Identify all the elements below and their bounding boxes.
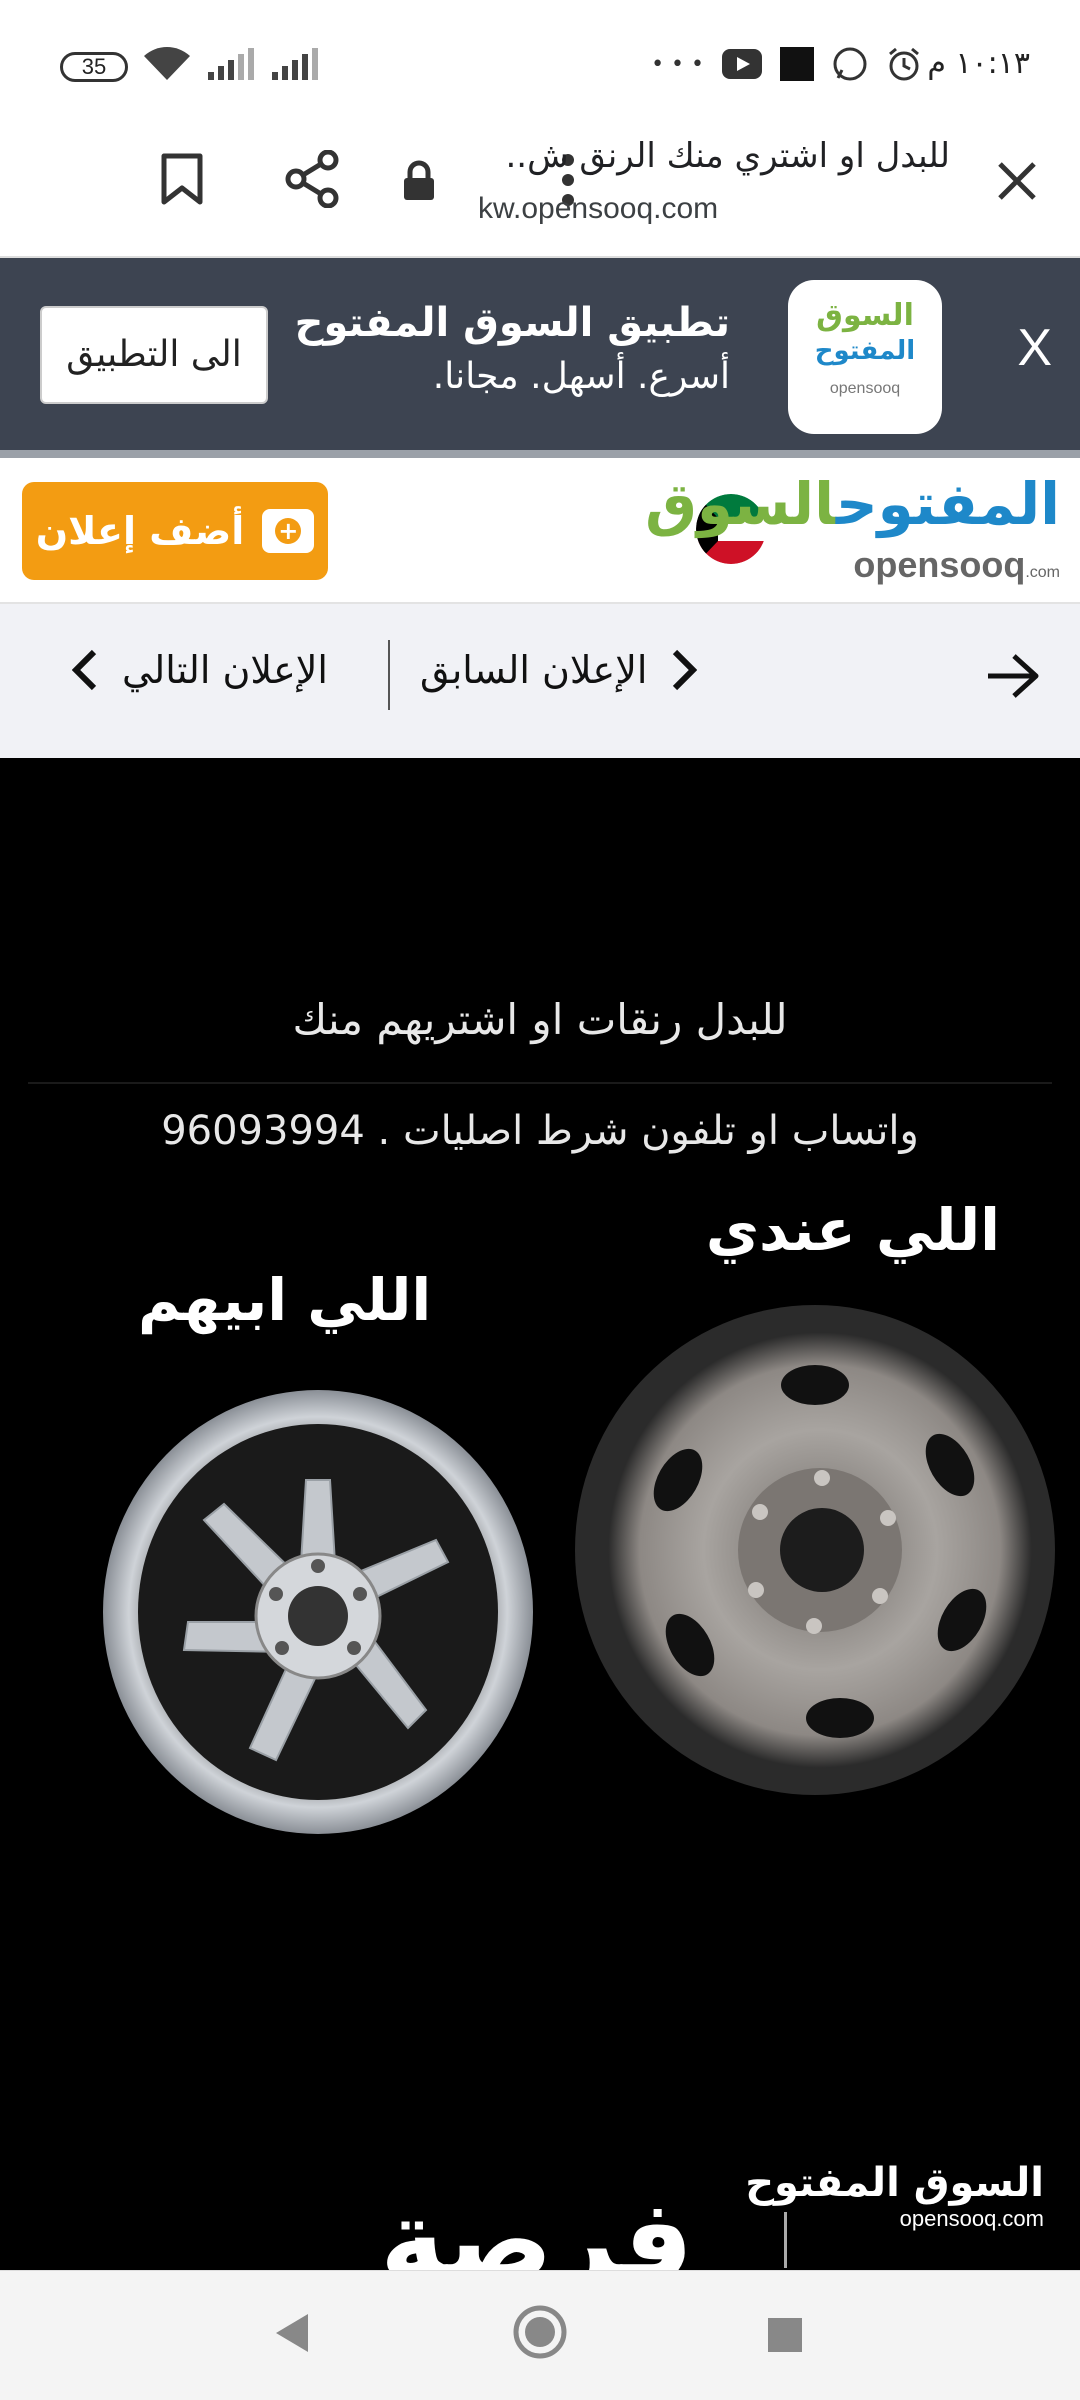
status-time: ١٠:١٣ م xyxy=(927,46,1030,81)
wifi-icon xyxy=(144,47,190,80)
battery-indicator: 35 xyxy=(60,52,128,82)
app-logo-text-bottom: المفتوح xyxy=(814,336,916,366)
ad-label-have: اللي عندي xyxy=(705,1196,1000,1264)
watermark-en: opensooq.com xyxy=(899,2206,1044,2231)
status-right-icons: • • • xyxy=(651,46,922,82)
steel-wheel-image xyxy=(575,1305,1055,1795)
page-title[interactable]: للبدل او اشتري منك الرنق ش.. xyxy=(390,136,950,176)
close-tab-icon[interactable] xyxy=(996,160,1038,202)
add-ad-label: أضف إعلان xyxy=(35,509,245,553)
ad-text-line1: للبدل رنقات او اشتريهم منك xyxy=(292,995,788,1044)
app-notification-icon xyxy=(780,47,814,81)
site-logo-en-name: opensooq xyxy=(853,544,1026,585)
whatsapp-icon xyxy=(833,47,867,81)
ad-text-line2: واتساب او تلفون شرط اصليات . 96093994 xyxy=(161,1108,919,1154)
ad-watermark: السوق المفتوح opensooq.com xyxy=(745,2160,1044,2232)
more-notifications-icon: • • • xyxy=(651,51,704,77)
ad-divider xyxy=(28,1082,1052,1084)
chevron-left-icon xyxy=(72,649,97,691)
chevron-left-icon xyxy=(673,649,698,691)
open-app-button[interactable]: الى التطبيق xyxy=(40,306,268,404)
previous-ad-label: الإعلان السابق xyxy=(420,648,648,692)
site-logo-part2: المفتوح xyxy=(835,470,1060,538)
next-ad-link[interactable]: الإعلان التالي xyxy=(72,648,328,692)
app-logo-text-en: opensooq xyxy=(829,380,901,397)
signal-icon xyxy=(208,48,254,80)
site-logo-en-suffix: .com xyxy=(1025,564,1060,581)
alloy-wheel-image xyxy=(103,1390,533,1834)
back-icon[interactable] xyxy=(272,2312,312,2354)
promo-close-button[interactable]: X xyxy=(1017,318,1052,378)
previous-ad-link[interactable]: الإعلان السابق xyxy=(420,648,698,692)
add-ad-button[interactable]: + أضف إعلان xyxy=(22,482,328,580)
app-logo-text-top: السوق xyxy=(816,298,914,333)
recent-apps-icon[interactable] xyxy=(766,2316,804,2354)
site-logo[interactable]: المفتوحالسوق xyxy=(645,470,1060,538)
site-logo-part1: السوق xyxy=(645,470,836,538)
status-left-icons xyxy=(142,46,320,82)
watermark-ar: السوق المفتوح xyxy=(745,2160,1044,2206)
alarm-icon xyxy=(889,47,919,81)
signal-icon-2 xyxy=(272,48,318,80)
camera-plus-icon: + xyxy=(262,509,315,553)
nav-divider xyxy=(388,640,390,710)
promo-subtitle: أسرع. أسهل. مجانا. xyxy=(432,356,730,397)
ad-label-want: اللي ابيهم xyxy=(138,1266,432,1334)
youtube-icon xyxy=(722,49,762,79)
promo-title: تطبيق السوق المفتوح xyxy=(294,300,730,346)
next-ad-label: الإعلان التالي xyxy=(122,648,328,692)
back-arrow-icon[interactable] xyxy=(984,652,1040,700)
url-domain[interactable]: kw.opensooq.com xyxy=(478,192,718,226)
share-icon[interactable] xyxy=(284,150,340,208)
home-icon[interactable] xyxy=(512,2304,568,2360)
site-logo-en: opensooq.com xyxy=(853,544,1060,586)
bookmark-icon[interactable] xyxy=(160,152,204,206)
app-logo: السوق المفتوح opensooq xyxy=(788,280,942,434)
